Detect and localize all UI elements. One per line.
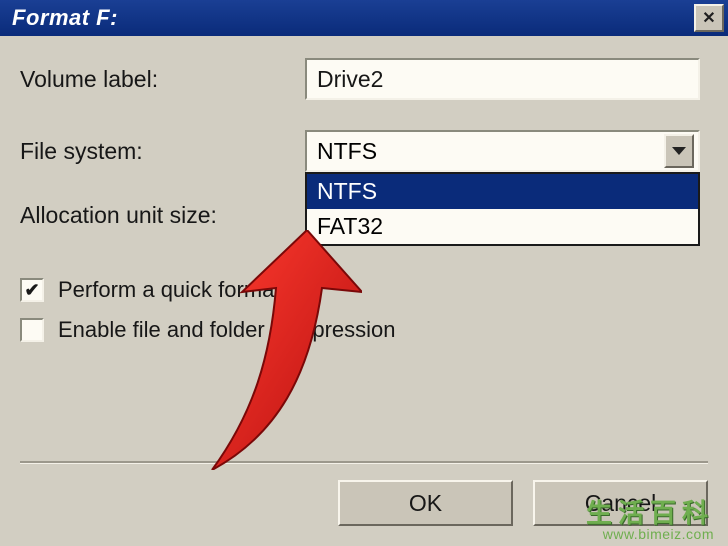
watermark: 生活百科 www.bimeiz.com <box>586 493 714 542</box>
checkmark-icon: ✔ <box>24 281 39 299</box>
titlebar: Format F: ✕ <box>0 0 728 36</box>
file-system-row: File system: NTFS NTFS FAT32 <box>20 130 708 172</box>
dropdown-item-fat32[interactable]: FAT32 <box>307 209 698 244</box>
volume-label-input[interactable] <box>305 58 700 100</box>
quick-format-checkbox[interactable]: ✔ <box>20 278 44 302</box>
watermark-text-2: www.bimeiz.com <box>586 526 714 542</box>
file-system-dropdown-list: NTFS FAT32 <box>305 172 700 246</box>
file-system-label: File system: <box>20 138 305 165</box>
allocation-label: Allocation unit size: <box>20 202 305 229</box>
compression-label: Enable file and folder compression <box>58 317 396 343</box>
file-system-value: NTFS <box>317 138 377 165</box>
close-button[interactable]: ✕ <box>694 4 724 32</box>
compression-row: Enable file and folder compression <box>20 317 708 343</box>
ok-button[interactable]: OK <box>338 480 513 526</box>
chevron-down-icon <box>672 147 686 155</box>
close-icon: ✕ <box>702 8 715 28</box>
separator <box>20 461 708 464</box>
volume-label-text: Volume label: <box>20 66 305 93</box>
dialog-body: Volume label: File system: NTFS NTFS FAT… <box>0 36 728 375</box>
dropdown-item-ntfs[interactable]: NTFS <box>307 174 698 209</box>
quick-format-row: ✔ Perform a quick format <box>20 277 708 303</box>
watermark-text-1: 生活百科 <box>586 493 714 530</box>
file-system-select[interactable]: NTFS NTFS FAT32 <box>305 130 700 172</box>
compression-checkbox[interactable] <box>20 318 44 342</box>
volume-label-row: Volume label: <box>20 58 708 100</box>
quick-format-label: Perform a quick format <box>58 277 281 303</box>
file-system-display[interactable]: NTFS <box>305 130 700 172</box>
dropdown-arrow-button[interactable] <box>664 134 694 168</box>
window-title: Format F: <box>12 5 118 31</box>
